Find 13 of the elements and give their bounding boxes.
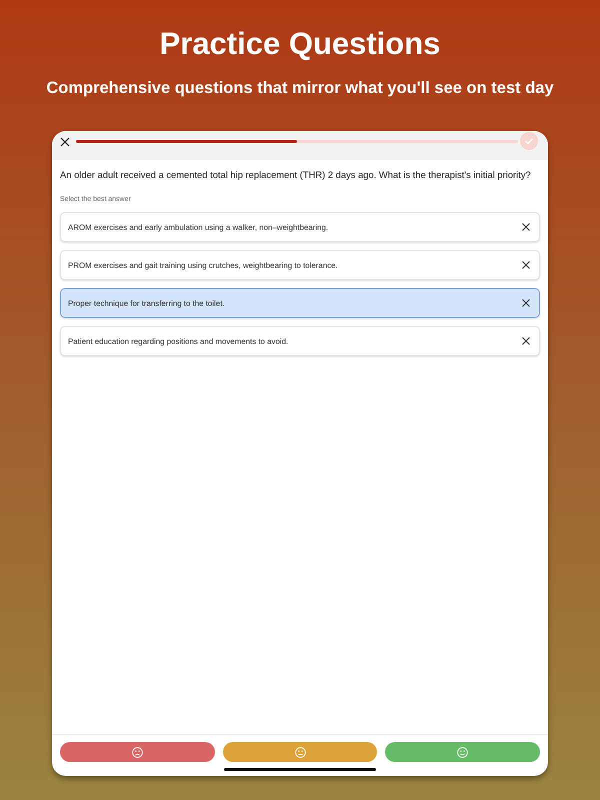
close-icon[interactable] — [522, 337, 530, 345]
sad-face-icon — [132, 746, 143, 758]
neutral-face-icon — [294, 746, 306, 758]
close-icon[interactable] — [522, 223, 530, 231]
close-button[interactable] — [60, 137, 70, 147]
rating-button[interactable] — [60, 742, 215, 762]
check-icon — [520, 132, 538, 150]
close-icon[interactable] — [522, 261, 530, 269]
question-text: An older adult received a cemented total hip replacement (THR) 2 days ago. What is the therapist's initial priority? — [60, 168, 532, 182]
close-icon[interactable] — [522, 299, 530, 307]
page-title: Practice Questions — [160, 25, 440, 63]
page-subtitle: Comprehensive questions that mirror what you'll see on test day — [46, 78, 554, 99]
smiley-face-icon — [457, 746, 468, 758]
